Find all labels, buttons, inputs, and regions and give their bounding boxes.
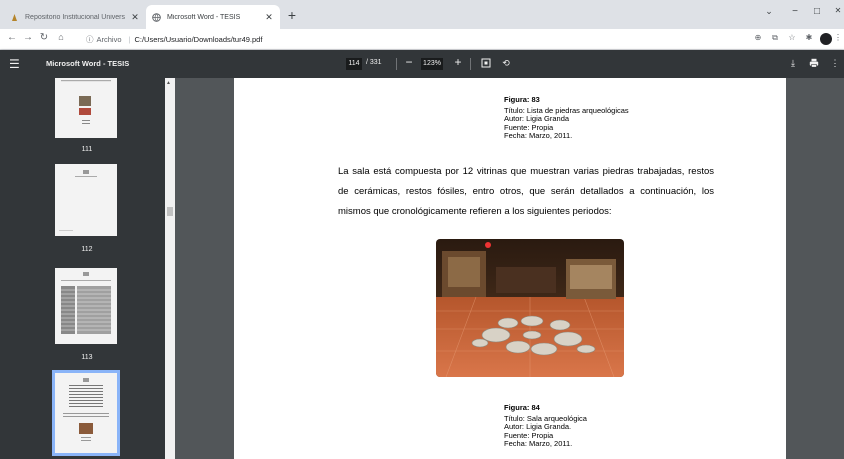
- thumbnail-sidebar: 111 112 113: [0, 78, 175, 459]
- info-icon[interactable]: ⓘ: [86, 34, 94, 45]
- reload-icon[interactable]: ↻: [38, 32, 50, 43]
- archaeology-room-photo: [436, 239, 624, 377]
- hamburger-icon[interactable]: ☰: [9, 57, 20, 71]
- tab-title: Repositorio Institucional Univers: [25, 13, 125, 21]
- thumbnail-image: [55, 268, 117, 344]
- thumbnail-label: 113: [81, 354, 93, 361]
- arrow-left-icon[interactable]: ←: [6, 32, 18, 43]
- caption-line: Fecha: Marzo, 2011.: [504, 131, 573, 140]
- thumbnail-page-112[interactable]: 112: [55, 164, 119, 253]
- address-bar[interactable]: ⓘ Archivo | C:/Users/Usuario/Downloads/t…: [86, 31, 262, 47]
- print-icon[interactable]: [808, 58, 820, 70]
- body-paragraph: La sala está compuesta por 12 vitrinas q…: [338, 166, 714, 217]
- arrow-right-icon[interactable]: →: [22, 32, 34, 43]
- extensions-icon[interactable]: ✱: [803, 33, 815, 42]
- zoom-in-button[interactable]: +: [452, 55, 464, 69]
- share-icon[interactable]: ⧉: [769, 33, 781, 43]
- zoom-input[interactable]: 123%: [421, 58, 443, 70]
- more-vert-icon[interactable]: ⋮: [829, 58, 841, 69]
- scheme-label: Archivo: [96, 34, 122, 44]
- thumbnail-page-114[interactable]: [52, 370, 120, 456]
- page-total: / 331: [366, 59, 382, 66]
- document-title: Microsoft Word - TESIS: [46, 59, 130, 68]
- new-tab-button[interactable]: +: [284, 7, 300, 23]
- star-icon[interactable]: ☆: [786, 33, 798, 42]
- thumbnail-label: 111: [81, 146, 93, 153]
- pdf-viewer[interactable]: Figura: 83 Título: Lista de piedras arqu…: [175, 78, 844, 459]
- sidebar-scroll-thumb[interactable]: [167, 207, 173, 216]
- figure-heading: Figura: 83: [504, 95, 540, 104]
- tab-search-icon[interactable]: ⌄: [762, 6, 776, 17]
- home-icon[interactable]: ⌂: [55, 32, 67, 42]
- thumbnail-image: [52, 370, 120, 456]
- figure-heading: Figura: 84: [504, 403, 540, 412]
- thumbnail-image: [55, 164, 117, 236]
- pdf-toolbar: ☰ Microsoft Word - TESIS 114 / 331 − 123…: [0, 50, 844, 78]
- toolbar-divider: [470, 58, 471, 70]
- zoom-icon[interactable]: ⊕: [752, 33, 764, 42]
- zoom-out-button[interactable]: −: [403, 55, 415, 69]
- thumbnail-page-113[interactable]: 113: [55, 268, 119, 361]
- tab-close-icon[interactable]: ✕: [130, 12, 140, 23]
- url-text[interactable]: C:/Users/Usuario/Downloads/tur49.pdf: [134, 35, 262, 44]
- tab-close-icon[interactable]: ✕: [264, 12, 274, 23]
- rotate-icon[interactable]: ⟲: [500, 58, 512, 69]
- maximize-button[interactable]: □: [810, 6, 824, 17]
- page-number-input[interactable]: 114: [346, 58, 362, 70]
- address-separator: |: [128, 34, 131, 44]
- minimize-button[interactable]: −: [788, 6, 802, 17]
- thumbnail-page-111[interactable]: 111: [55, 78, 119, 153]
- toolbar-divider: [396, 58, 397, 70]
- scroll-up-arrow-icon[interactable]: ▲: [166, 80, 171, 86]
- thumbnail-image: [55, 78, 117, 138]
- more-vert-icon[interactable]: ⋮: [834, 33, 842, 42]
- pdf-page: Figura: 83 Título: Lista de piedras arqu…: [234, 78, 786, 459]
- tab-title: Microsoft Word - TESIS: [167, 13, 241, 21]
- tab-repositorio[interactable]: Repositorio Institucional Univers ✕: [4, 5, 146, 29]
- thumbnail-label: 112: [81, 246, 93, 253]
- browser-toolbar: ← → ↻ ⌂ ⓘ Archivo | C:/Users/Usuario/Dow…: [0, 29, 844, 50]
- figure-84-caption: Figura: 84 Título: Sala arqueológica Aut…: [504, 403, 587, 449]
- caption-line: Fecha: Marzo, 2011.: [504, 439, 573, 448]
- tab-microsoft-word[interactable]: Microsoft Word - TESIS ✕: [146, 5, 280, 29]
- profile-avatar[interactable]: [820, 33, 832, 45]
- close-window-button[interactable]: ✕: [832, 6, 844, 15]
- figure-83-caption: Figura: 83 Título: Lista de piedras arqu…: [504, 95, 629, 141]
- tab-strip: Repositorio Institucional Univers ✕ Micr…: [0, 0, 844, 29]
- repository-favicon-icon: [10, 13, 19, 22]
- download-icon[interactable]: ⤓: [787, 58, 799, 69]
- sidebar-scrollbar[interactable]: [165, 78, 175, 459]
- fit-page-icon[interactable]: [480, 58, 492, 70]
- globe-icon: [152, 12, 161, 22]
